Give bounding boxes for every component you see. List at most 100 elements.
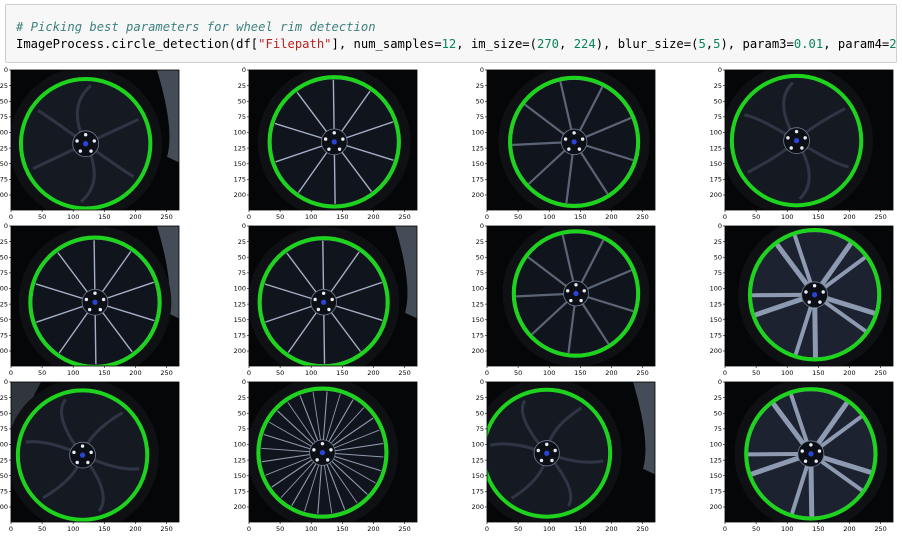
- x-tick-label: 50: [514, 369, 522, 377]
- y-tick-label: 25: [476, 238, 484, 246]
- y-tick-label: 25: [714, 394, 722, 402]
- wheel-plot-svg: 0 25 50 75 100 125 150 175 200 0 50 100 150 200 250: [0, 66, 180, 221]
- x-tick-label: 250: [398, 525, 410, 533]
- y-tick-label: 100: [234, 285, 246, 293]
- lug-nut-shape: [312, 448, 316, 452]
- lug-nut-shape: [78, 149, 83, 153]
- x-tick-label: 250: [160, 525, 172, 533]
- wheel-plot-3: 0 25 50 75 100 125 150 175 200 0 50 100 150 200 250: [472, 66, 656, 224]
- code-token: , im_size=(: [456, 37, 537, 51]
- y-tick-label: 50: [714, 409, 722, 417]
- lug-nut-shape: [572, 131, 576, 135]
- y-tick-label: 125: [0, 456, 8, 464]
- y-tick-label: 125: [710, 456, 722, 464]
- wheel-plot-4: 0 25 50 75 100 125 150 175 200 0 50 100 150 200 250: [710, 66, 894, 224]
- y-tick-label: 50: [238, 409, 246, 417]
- y-tick-label: 75: [714, 269, 722, 277]
- lug-nut-shape: [327, 147, 331, 151]
- x-tick-label: 50: [38, 213, 46, 221]
- x-tick-label: 200: [367, 369, 379, 377]
- x-tick-label: 250: [398, 213, 410, 221]
- x-tick-label: 0: [723, 525, 727, 533]
- lug-nut-shape: [817, 449, 822, 453]
- lug-nut-shape: [321, 291, 326, 295]
- lug-nut-shape: [553, 448, 557, 453]
- lug-nut-shape: [567, 147, 571, 151]
- lug-nut-shape: [800, 449, 804, 453]
- y-tick-label: 75: [238, 269, 246, 277]
- wheel-plot-svg: 0 25 50 75 100 125 150 175 200 0 50 100 150 200 250: [0, 222, 180, 377]
- lug-nut-shape: [337, 147, 342, 151]
- y-tick-label: 0: [4, 66, 8, 74]
- wheel-plot-11: 0 25 50 75 100 125 150 175 200 0 50 100 150 200 250: [472, 378, 656, 536]
- x-tick-label: 150: [336, 369, 348, 377]
- center-cap-shape: [573, 290, 579, 297]
- x-tick-label: 0: [9, 213, 13, 221]
- y-tick-label: 125: [234, 456, 246, 464]
- x-tick-label: 100: [543, 525, 555, 533]
- y-tick-label: 25: [238, 394, 246, 402]
- y-tick-label: 75: [238, 425, 246, 433]
- wheel-plot-5: 0 25 50 75 100 125 150 175 200 0 50 100 150 200 250: [0, 222, 180, 380]
- y-tick-label: 150: [234, 160, 246, 168]
- y-tick-label: 175: [472, 332, 484, 340]
- x-tick-label: 0: [485, 369, 489, 377]
- x-tick-label: 50: [38, 525, 46, 533]
- lug-nut-shape: [89, 149, 93, 153]
- y-tick-label: 75: [0, 113, 8, 121]
- center-cap-shape: [571, 139, 577, 145]
- y-tick-label: 200: [472, 191, 484, 199]
- y-tick-label: 100: [234, 441, 246, 449]
- lug-nut-shape: [804, 290, 808, 294]
- lug-nut-shape: [87, 307, 92, 312]
- y-tick-label: 25: [476, 82, 484, 90]
- lug-nut-shape: [313, 297, 317, 302]
- x-tick-label: 50: [514, 525, 522, 533]
- y-tick-label: 75: [238, 113, 246, 121]
- x-tick-label: 200: [129, 525, 141, 533]
- code-cell[interactable]: # Picking best parameters for wheel rim …: [5, 4, 897, 63]
- x-tick-label: 0: [485, 213, 489, 221]
- y-tick-label: 75: [714, 113, 722, 121]
- code-function-call: ImageProcess.circle_detection(df["Filepa…: [16, 36, 896, 52]
- code-token: ImageProcess.circle_detection(df[: [16, 37, 259, 51]
- lug-nut-shape: [341, 137, 345, 141]
- output-plot-grid: 0255075100125150175200050100150200250025…: [0, 66, 902, 547]
- x-tick-label: 100: [543, 369, 555, 377]
- wheel-plot-10: 0 25 50 75 100 125 150 175 200 0 50 100 150 200 250: [234, 378, 418, 536]
- y-tick-label: 175: [472, 176, 484, 184]
- y-tick-label: 0: [242, 222, 246, 230]
- lug-nut-shape: [75, 139, 79, 143]
- lug-nut-shape: [75, 460, 79, 465]
- wheel-plot-8: 0 25 50 75 100 125 150 175 200 0 50 100 150 200 250: [710, 222, 894, 380]
- x-tick-label: 200: [843, 369, 855, 377]
- lug-nut-shape: [821, 290, 825, 294]
- y-tick-label: 25: [238, 238, 246, 246]
- y-tick-label: 175: [710, 488, 722, 496]
- lug-nut-shape: [574, 283, 578, 287]
- center-cap-shape: [79, 452, 86, 458]
- x-tick-label: 0: [247, 369, 251, 377]
- lug-nut-shape: [800, 146, 804, 150]
- lug-nut-shape: [536, 448, 540, 453]
- y-tick-label: 200: [472, 347, 484, 355]
- x-tick-label: 150: [812, 525, 824, 533]
- code-token: 0.01: [793, 37, 824, 51]
- center-cap-shape: [319, 450, 326, 456]
- wheel-plot-1: 0 25 50 75 100 125 150 175 200 0 50 100 150 200 250: [0, 66, 180, 224]
- y-tick-label: 150: [234, 472, 246, 480]
- y-tick-label: 150: [710, 472, 722, 480]
- lug-nut-shape: [569, 298, 573, 303]
- x-tick-label: 250: [398, 369, 410, 377]
- x-tick-label: 250: [636, 369, 648, 377]
- y-tick-label: 0: [718, 378, 722, 386]
- y-tick-label: 100: [710, 129, 722, 137]
- y-tick-label: 50: [476, 253, 484, 261]
- x-tick-label: 200: [605, 369, 617, 377]
- lug-nut-shape: [327, 307, 331, 312]
- wheel-plot-svg: 0 25 50 75 100 125 150 175 200 0 50 100 150 200 250: [0, 378, 180, 533]
- x-tick-label: 150: [812, 213, 824, 221]
- y-tick-label: 50: [238, 97, 246, 105]
- lug-nut-shape: [803, 136, 807, 140]
- y-tick-label: 150: [234, 316, 246, 324]
